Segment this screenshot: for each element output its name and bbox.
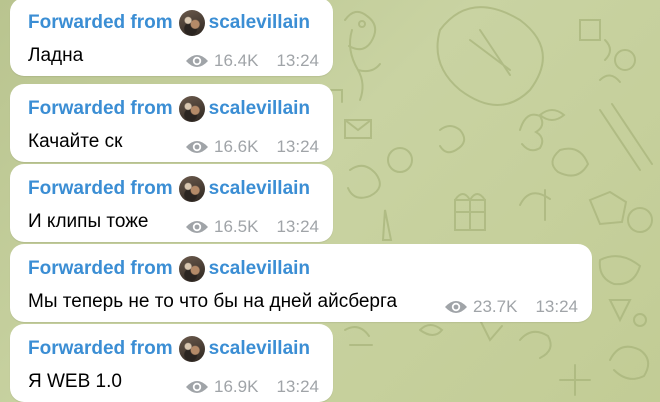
eye-icon	[445, 301, 468, 313]
message-bubble[interactable]: Forwarded from scalevillain Мы теперь не…	[10, 244, 592, 322]
message-bubble[interactable]: Forwarded from scalevillain Я WEB 1.0 16…	[10, 324, 333, 402]
message-text: И клипы тоже	[28, 211, 149, 232]
forwarded-header[interactable]: Forwarded from scalevillain	[28, 10, 319, 36]
message-meta: 16.4K 13:24	[171, 50, 319, 72]
forwarded-label: Forwarded from	[28, 178, 173, 199]
channel-name[interactable]: scalevillain	[209, 98, 310, 120]
message-time: 13:24	[535, 297, 578, 316]
view-count: 16.6K	[214, 137, 259, 156]
forwarded-label: Forwarded from	[28, 98, 173, 119]
channel-avatar[interactable]	[178, 256, 205, 282]
eye-icon	[186, 381, 209, 393]
message-bubble[interactable]: Forwarded from scalevillain И клипы тоже…	[10, 164, 333, 242]
forwarded-header[interactable]: Forwarded from scalevillain	[28, 96, 319, 122]
message-meta: 16.6K 13:24	[171, 136, 319, 158]
channel-avatar[interactable]	[178, 96, 205, 122]
message-text: Мы теперь не то что бы на дней айсберга	[28, 291, 398, 312]
channel-name[interactable]: scalevillain	[209, 338, 310, 360]
forwarded-header[interactable]: Forwarded from scalevillain	[28, 336, 319, 362]
channel-name[interactable]: scalevillain	[209, 178, 310, 200]
channel-avatar[interactable]	[178, 336, 205, 362]
view-count: 23.7K	[473, 297, 518, 316]
message-meta: 16.9K 13:24	[171, 376, 319, 398]
message-bubble[interactable]: Forwarded from scalevillain Качайте ск 1…	[10, 84, 333, 162]
message-text: Ладна	[28, 45, 84, 66]
view-count: 16.5K	[214, 217, 259, 236]
message-time: 13:24	[276, 377, 319, 396]
forwarded-header[interactable]: Forwarded from scalevillain	[28, 256, 578, 282]
view-count: 16.4K	[214, 51, 259, 70]
message-feed: Forwarded from scalevillain Ладна 16.4K …	[0, 0, 660, 402]
eye-icon	[186, 55, 209, 67]
forwarded-header[interactable]: Forwarded from scalevillain	[28, 176, 319, 202]
eye-icon	[186, 221, 209, 233]
message-time: 13:24	[276, 217, 319, 236]
view-count: 16.9K	[214, 377, 259, 396]
eye-icon	[186, 141, 209, 153]
channel-avatar[interactable]	[178, 10, 205, 36]
message-time: 13:24	[276, 51, 319, 70]
message-bubble[interactable]: Forwarded from scalevillain Ладна 16.4K …	[10, 0, 333, 76]
forwarded-label: Forwarded from	[28, 338, 173, 359]
message-meta: 23.7K 13:24	[430, 296, 578, 318]
message-text: Качайте ск	[28, 131, 123, 152]
channel-avatar[interactable]	[178, 176, 205, 202]
channel-name[interactable]: scalevillain	[209, 258, 310, 280]
forwarded-label: Forwarded from	[28, 12, 173, 33]
message-meta: 16.5K 13:24	[171, 216, 319, 238]
message-time: 13:24	[276, 137, 319, 156]
forwarded-label: Forwarded from	[28, 258, 173, 279]
message-text: Я WEB 1.0	[28, 371, 122, 392]
channel-name[interactable]: scalevillain	[209, 12, 310, 34]
